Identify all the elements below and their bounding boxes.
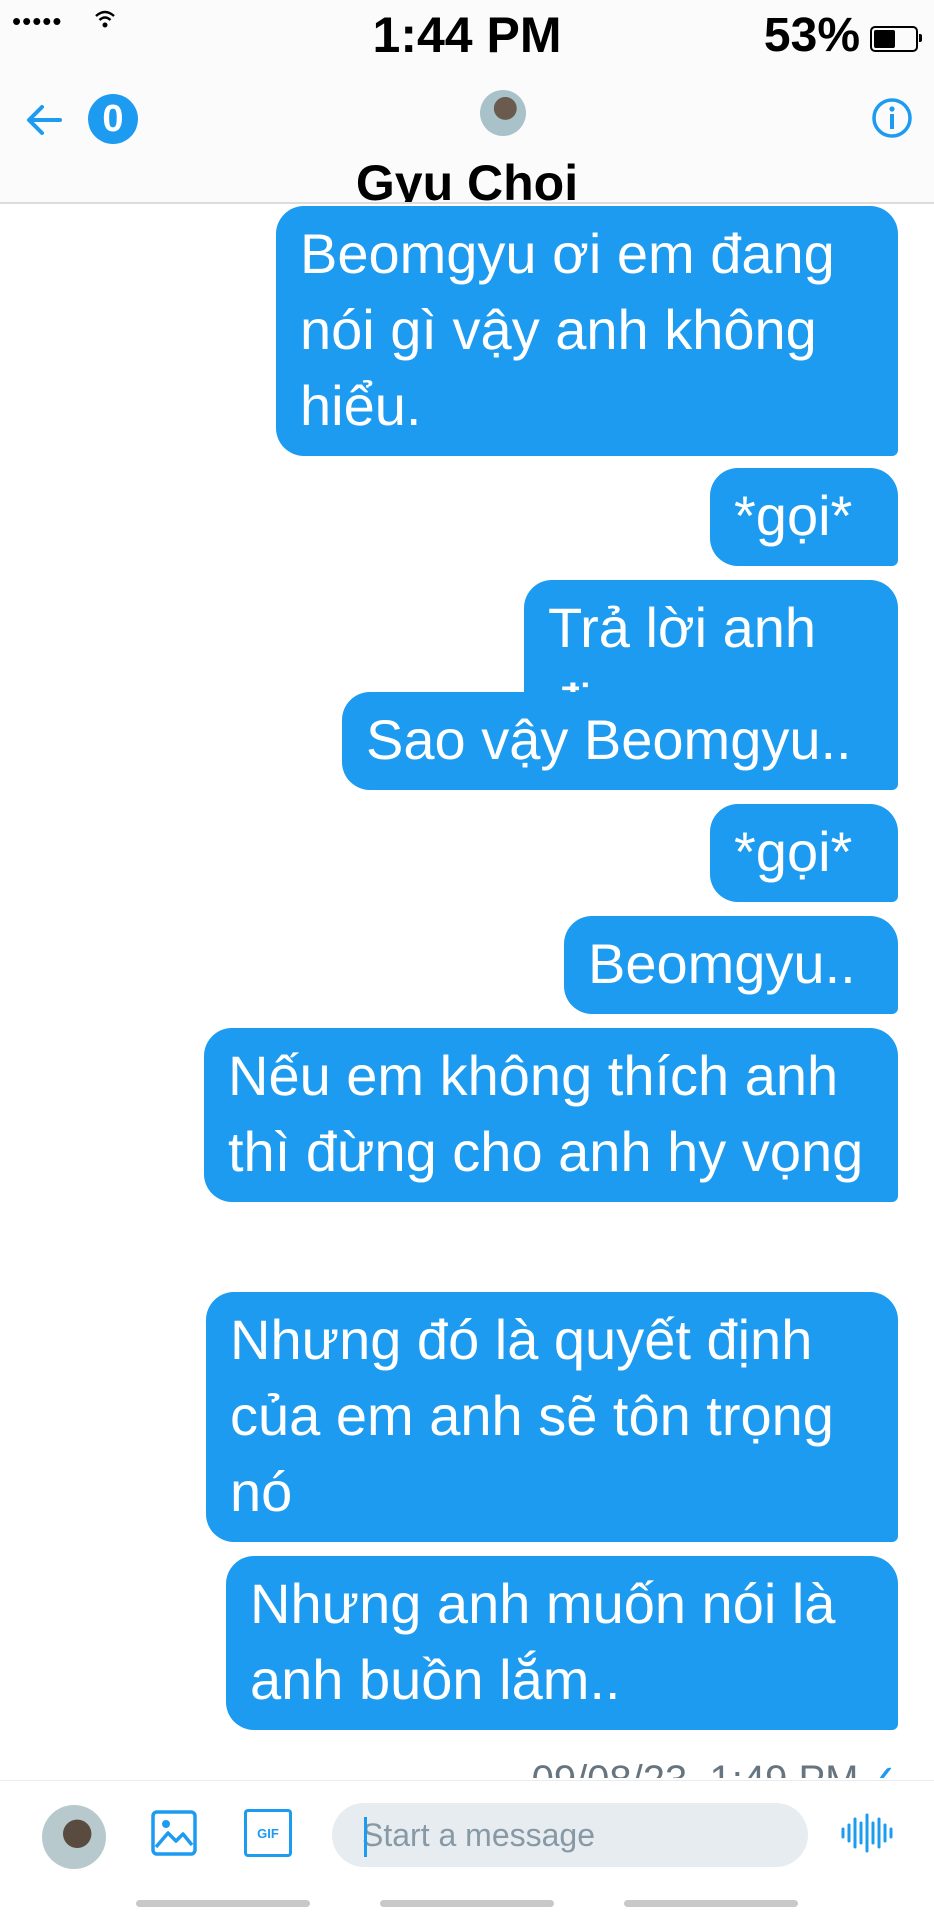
message-text: *gọi*: [734, 484, 853, 547]
sent-message-bubble[interactable]: Nếu em không thích anh thì đừng cho anh …: [204, 1028, 898, 1202]
image-icon[interactable]: [150, 1809, 198, 1857]
message-text: Beomgyu ơi em đang nói gì vậy anh không …: [300, 222, 835, 437]
sent-message-bubble[interactable]: Sao vậy Beomgyu..: [342, 692, 898, 790]
info-icon[interactable]: [870, 96, 914, 140]
home-indicator-center: [380, 1900, 554, 1907]
back-arrow-icon[interactable]: [20, 96, 68, 144]
user-avatar[interactable]: [42, 1805, 106, 1869]
voice-message-icon[interactable]: [840, 1811, 894, 1855]
sent-message-bubble[interactable]: Beomgyu..: [564, 916, 898, 1014]
contact-name[interactable]: Gyu Choi: [0, 154, 934, 202]
battery-icon: [870, 26, 922, 52]
battery-percentage: 53%: [763, 9, 860, 62]
sent-message-bubble[interactable]: Beomgyu ơi em đang nói gì vậy anh không …: [276, 206, 898, 456]
message-text: *gọi*: [734, 820, 853, 883]
message-input[interactable]: [332, 1803, 808, 1867]
gif-button[interactable]: GIF: [244, 1809, 292, 1857]
message-timestamp: 09/08/23, 1:49 PM✓: [532, 1750, 898, 1778]
timestamp-text: 09/08/23, 1:49 PM: [532, 1758, 859, 1778]
read-checkmark-icon: ✓: [864, 1758, 898, 1778]
home-indicator-right: [624, 1900, 798, 1907]
sent-message-bubble[interactable]: Nhưng đó là quyết định của em anh sẽ tôn…: [206, 1292, 898, 1542]
unread-count-badge[interactable]: 0: [88, 94, 138, 144]
message-text: Nhưng đó là quyết định của em anh sẽ tôn…: [230, 1308, 834, 1523]
contact-avatar[interactable]: [480, 90, 526, 136]
conversation-header: 0 Gyu Choi: [0, 72, 934, 204]
message-text: Beomgyu..: [588, 932, 856, 995]
status-bar: ••••• 1:44 PM 53%: [0, 0, 934, 72]
message-text: Nếu em không thích anh thì đừng cho anh …: [228, 1044, 864, 1183]
sent-message-bubble[interactable]: *gọi*: [710, 804, 898, 902]
home-indicator-left: [136, 1900, 310, 1907]
sent-message-bubble[interactable]: *gọi*: [710, 468, 898, 566]
message-text: Sao vậy Beomgyu..: [366, 708, 852, 771]
gif-icon: GIF: [244, 1809, 292, 1857]
message-text: Nhưng anh muốn nói là anh buồn lắm..: [250, 1572, 836, 1711]
text-cursor: [364, 1817, 367, 1857]
sent-message-bubble[interactable]: Nhưng anh muốn nói là anh buồn lắm..: [226, 1556, 898, 1730]
battery-level: [874, 30, 896, 48]
